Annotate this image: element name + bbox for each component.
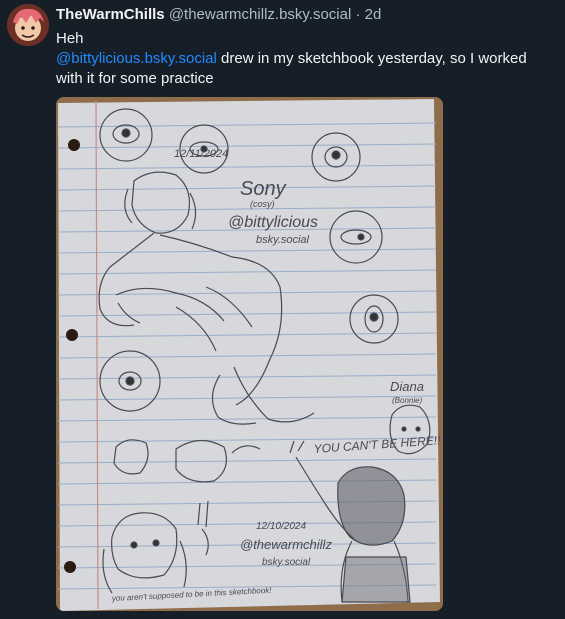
post-text-line-2: @bittylicious.bsky.social drew in my ske… (56, 49, 556, 89)
post-header: TheWarmChills @thewarmchillz.bsky.social… (56, 6, 381, 23)
handwriting-date-top: 12/11/2024 (174, 148, 228, 160)
post-text: Heh @bittylicious.bsky.social drew in my… (56, 29, 556, 89)
author-avatar[interactable] (7, 4, 49, 46)
handwriting-handle-2-sub: bsky.social (262, 557, 311, 568)
handwriting-date-bottom: 12/10/2024 (256, 521, 306, 532)
handwriting-handle-2: @thewarmchillz (240, 537, 332, 552)
post-text-line-1: Heh (56, 30, 84, 47)
handwriting-handle-1-sub: bsky.social (256, 234, 310, 246)
author-handle[interactable]: @thewarmchillz.bsky.social (169, 6, 352, 23)
handwriting-name-2: Diana (390, 379, 424, 394)
post-image[interactable]: 12/11/2024 Sony (cosy) @bittylicious bsk… (56, 97, 443, 611)
handwriting-handle-1: @bittylicious (228, 214, 318, 231)
mention-link[interactable]: @bittylicious.bsky.social (56, 50, 217, 67)
author-display-name[interactable]: TheWarmChills (56, 6, 165, 23)
handwriting-name-2-sub: (Bonnie) (392, 396, 423, 405)
header-separator: · (355, 6, 361, 23)
handwriting-name-1: Sony (240, 178, 287, 200)
handwriting-name-1-sub: (cosy) (250, 199, 275, 209)
avatar-image (7, 4, 49, 46)
post-timestamp[interactable]: 2d (365, 6, 382, 23)
sketchbook-photo: 12/11/2024 Sony (cosy) @bittylicious bsk… (56, 97, 443, 611)
